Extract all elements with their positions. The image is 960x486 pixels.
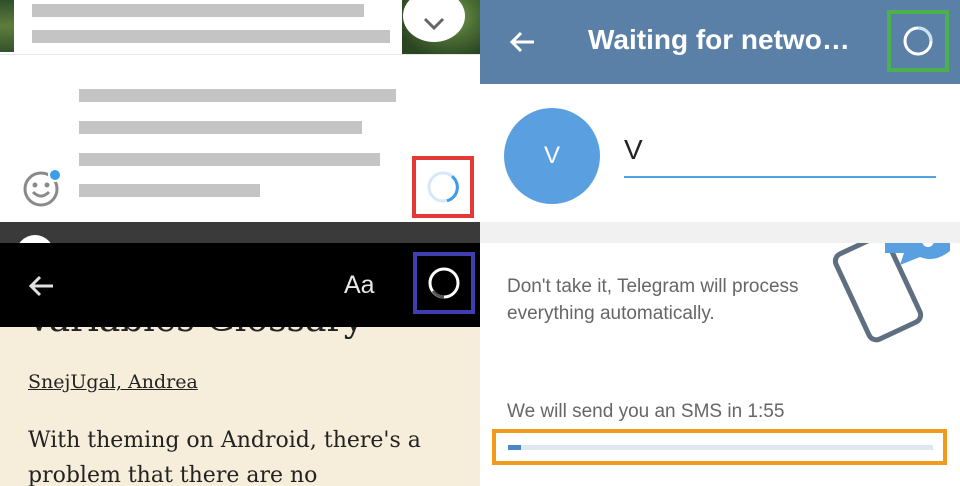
- loading-indicator-highlight: [413, 252, 475, 314]
- text-placeholder-line: [79, 184, 260, 197]
- reader-toolbar: Aa: [0, 243, 480, 327]
- telegram-sms-panel: Don't take it, Telegram will process eve…: [480, 243, 960, 486]
- feed-photo-left: [0, 0, 14, 52]
- avatar[interactable]: [16, 235, 54, 243]
- text-placeholder-line: [79, 121, 362, 134]
- sms-progress-fill: [508, 445, 521, 450]
- avatar[interactable]: V: [504, 108, 600, 204]
- notification-dot: [48, 168, 62, 182]
- progress-highlight: [492, 429, 947, 465]
- article-authors[interactable]: SnejUgal, Andrea: [28, 371, 198, 393]
- arrow-back-icon[interactable]: [506, 26, 538, 58]
- article-body: With theming on Android, there's a probl…: [28, 428, 421, 486]
- arrow-back-icon[interactable]: [26, 271, 56, 301]
- auto-process-info: Don't take it, Telegram will process eve…: [507, 276, 799, 324]
- loading-spinner-icon: [427, 171, 459, 203]
- bottom-toolbar: [0, 222, 480, 243]
- loading-indicator-highlight: [412, 156, 474, 218]
- sms-progress-bar: [508, 445, 933, 450]
- text-placeholder-line: [32, 4, 364, 17]
- phone-message-illustration-icon: [832, 243, 950, 343]
- telegram-profile-panel: Waiting for netwo… V V: [480, 0, 960, 243]
- page-title: Waiting for netwo…: [588, 24, 850, 55]
- name-field-value: V: [624, 134, 643, 165]
- reader-panel: Variables Glossary Aa SnejUgal, Andrea W…: [0, 243, 480, 486]
- connecting-spinner-icon: [903, 26, 933, 56]
- name-field[interactable]: V: [624, 132, 936, 178]
- feed-card-top[interactable]: [14, 0, 402, 52]
- text-placeholder-line: [32, 30, 390, 43]
- section-divider: [480, 222, 960, 243]
- chevron-down-icon: [423, 17, 445, 31]
- connection-status-highlight: [887, 10, 949, 72]
- font-settings-button[interactable]: Aa: [344, 271, 375, 300]
- divider: [0, 54, 480, 55]
- sms-countdown: We will send you an SMS in 1:55: [507, 401, 785, 422]
- feed-panel: [0, 0, 480, 243]
- app-bar: Waiting for netwo…: [480, 0, 960, 84]
- text-placeholder-line: [79, 153, 380, 166]
- text-placeholder-line: [79, 89, 396, 102]
- loading-spinner-icon: [428, 267, 460, 299]
